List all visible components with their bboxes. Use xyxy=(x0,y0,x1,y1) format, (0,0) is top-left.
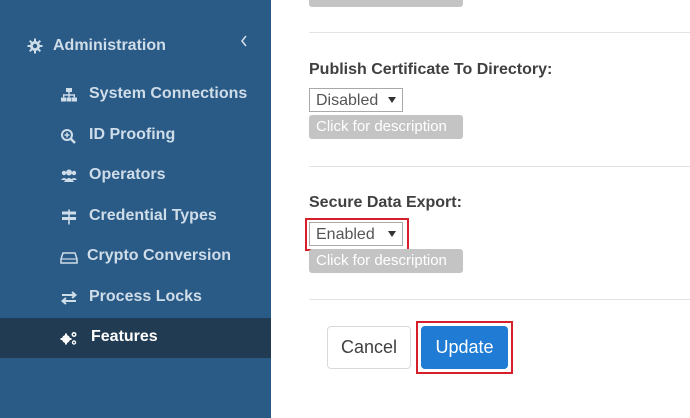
sidebar-item-label: Process Locks xyxy=(89,288,202,305)
chevron-left-icon[interactable] xyxy=(238,33,250,49)
gear-icon xyxy=(27,38,43,54)
sidebar-item-label: Crypto Conversion xyxy=(87,247,232,264)
divider xyxy=(309,32,690,33)
divider xyxy=(309,299,690,300)
divider xyxy=(309,166,690,167)
highlight-box-update xyxy=(416,321,513,374)
sidebar-item-label: ID Proofing xyxy=(89,126,176,143)
cogs-icon xyxy=(60,332,77,345)
sidebar-item-id-proofing[interactable]: ID Proofing xyxy=(0,116,271,156)
sidebar-section-label: Administration xyxy=(53,37,166,54)
sidebar-item-label: Operators xyxy=(89,166,166,183)
hdd-icon xyxy=(60,252,78,264)
sidebar: Administration System Connections ID Pro… xyxy=(0,0,271,418)
signpost-icon xyxy=(62,209,76,225)
sidebar-item-features[interactable]: Features xyxy=(0,318,271,358)
secure-data-export-description-button[interactable]: Click for description xyxy=(309,249,463,273)
highlight-box-select xyxy=(305,218,409,251)
sidebar-item-crypto-conversion[interactable]: Crypto Conversion xyxy=(0,237,271,277)
cancel-button[interactable]: Cancel xyxy=(327,326,411,369)
sidebar-section-administration[interactable]: Administration xyxy=(0,26,271,66)
publish-certificate-select[interactable]: Disabled xyxy=(309,88,403,112)
select-value: Disabled xyxy=(316,92,379,109)
sidebar-item-operators[interactable]: Operators xyxy=(0,156,271,196)
sidebar-item-label: Credential Types xyxy=(89,207,217,224)
sidebar-item-system-connections[interactable]: System Connections xyxy=(0,75,271,115)
sidebar-item-process-locks[interactable]: Process Locks xyxy=(0,278,271,318)
caret-down-icon xyxy=(388,97,396,103)
search-plus-icon xyxy=(61,129,76,144)
sitemap-icon xyxy=(61,88,77,102)
field-label-secure-data-export: Secure Data Export: xyxy=(309,194,462,211)
field-label-publish-certificate: Publish Certificate To Directory: xyxy=(309,61,553,78)
sidebar-item-label: System Connections xyxy=(89,85,248,102)
exchange-icon xyxy=(60,291,78,305)
features-form: Publish Certificate To Directory: Disabl… xyxy=(271,0,690,418)
users-icon xyxy=(61,169,77,182)
sidebar-item-credential-types[interactable]: Credential Types xyxy=(0,197,271,237)
description-button-partial[interactable] xyxy=(309,0,463,7)
publish-certificate-description-button[interactable]: Click for description xyxy=(309,115,463,139)
sidebar-item-label: Features xyxy=(91,328,158,345)
